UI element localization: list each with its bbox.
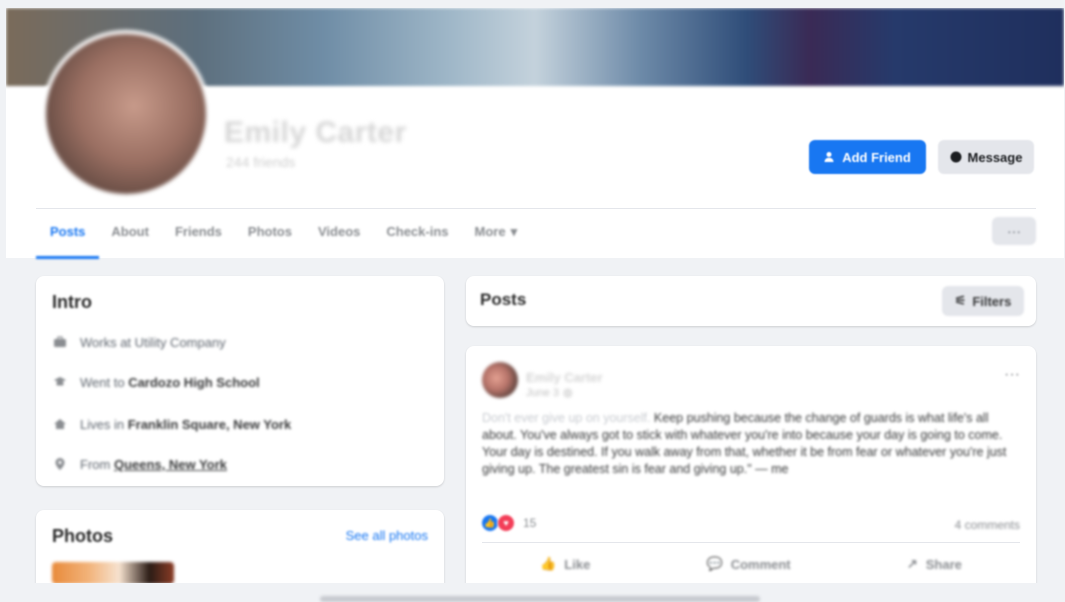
chevron-down-icon: ▾ bbox=[510, 223, 518, 239]
intro-work-prefix: Works at bbox=[80, 334, 135, 350]
intro-lives-in-prefix: Lives in bbox=[80, 416, 128, 432]
posts-header-card: Posts ⚟ Filters bbox=[466, 276, 1036, 326]
post-text: Don't ever give up on yourself. Keep pus… bbox=[482, 410, 1022, 478]
intro-education-value[interactable]: Cardozo High School bbox=[128, 375, 259, 390]
tab-more[interactable]: More ▾ bbox=[475, 209, 518, 255]
add-friend-button[interactable]: Add Friend bbox=[809, 140, 926, 174]
post-actions: 👍 Like 💬 Comment ↗ Share bbox=[482, 542, 1020, 583]
graduation-cap-icon bbox=[52, 374, 68, 390]
like-reaction-icon: 👍 bbox=[482, 515, 498, 531]
message-button[interactable]: Message bbox=[938, 140, 1034, 174]
share-button[interactable]: ↗ Share bbox=[907, 556, 962, 572]
tab-posts[interactable]: Posts bbox=[35, 209, 100, 259]
share-arrow-icon: ↗ bbox=[906, 556, 918, 571]
profile-page: Emily Carter 244 friends Add Friend Mess… bbox=[6, 8, 1064, 583]
post-reactions[interactable]: 👍 ♥ 15 bbox=[482, 514, 536, 532]
photo-thumbnail[interactable] bbox=[52, 562, 174, 583]
profile-avatar[interactable] bbox=[42, 30, 210, 198]
intro-card: Intro Works at Utility Company Went to C… bbox=[36, 276, 444, 486]
intro-lives-in-value[interactable]: Franklin Square, New York bbox=[128, 417, 292, 432]
share-label: Share bbox=[925, 556, 962, 572]
filters-button[interactable]: ⚟ Filters bbox=[942, 286, 1024, 316]
post-text-faded: Don't ever give up on yourself. bbox=[482, 411, 651, 425]
location-pin-icon bbox=[52, 456, 68, 472]
posts-title: Posts bbox=[480, 290, 527, 309]
tab-photos[interactable]: Photos bbox=[248, 209, 292, 255]
like-button[interactable]: 👍 Like bbox=[540, 556, 590, 572]
comment-bubble-icon: 💬 bbox=[706, 556, 723, 571]
profile-header: Emily Carter 244 friends Add Friend Mess… bbox=[6, 8, 1064, 259]
tab-about[interactable]: About bbox=[111, 209, 149, 255]
photos-title: Photos bbox=[52, 526, 113, 546]
more-options-button[interactable]: ··· bbox=[992, 217, 1036, 245]
post-author-name[interactable]: Emily Carter bbox=[526, 370, 603, 385]
intro-from-value[interactable]: Queens, New York bbox=[114, 457, 227, 472]
post-date[interactable]: June 3 bbox=[526, 387, 559, 399]
intro-title: Intro bbox=[52, 292, 92, 312]
globe-icon: ◍ bbox=[563, 387, 573, 399]
profile-name: Emily Carter bbox=[224, 116, 407, 149]
intro-education: Went to Cardozo High School bbox=[52, 374, 260, 390]
add-person-icon bbox=[824, 152, 834, 162]
intro-work: Works at Utility Company bbox=[52, 334, 226, 350]
photos-card: Photos See all photos bbox=[36, 510, 444, 583]
intro-work-value[interactable]: Utility Company bbox=[135, 335, 226, 350]
filters-label: Filters bbox=[972, 293, 1012, 309]
briefcase-icon bbox=[52, 334, 68, 350]
comment-label: Comment bbox=[730, 556, 791, 572]
intro-education-prefix: Went to bbox=[80, 374, 129, 390]
love-reaction-icon: ♥ bbox=[497, 514, 515, 532]
filter-sliders-icon: ⚟ bbox=[954, 293, 967, 308]
post-options-button[interactable]: ··· bbox=[1004, 366, 1020, 384]
intro-from: From Queens, New York bbox=[52, 456, 227, 472]
bottom-status-strip bbox=[320, 596, 760, 602]
tab-check-ins[interactable]: Check-ins bbox=[386, 209, 448, 255]
reaction-count: 15 bbox=[523, 516, 537, 530]
tab-friends[interactable]: Friends bbox=[175, 209, 222, 255]
thumbs-up-icon: 👍 bbox=[540, 556, 557, 571]
message-label: Message bbox=[967, 149, 1023, 165]
post-author-avatar[interactable] bbox=[482, 362, 518, 398]
profile-tabs: Posts About Friends Photos Videos Check-… bbox=[35, 208, 1036, 259]
profile-friend-count[interactable]: 244 friends bbox=[226, 154, 295, 170]
post-card: Emily Carter June 3 ◍ ··· Don't ever giv… bbox=[466, 346, 1036, 583]
intro-lives-in: Lives in Franklin Square, New York bbox=[52, 416, 291, 432]
intro-from-prefix: From bbox=[80, 456, 114, 472]
like-label: Like bbox=[564, 556, 591, 572]
messenger-icon bbox=[950, 151, 962, 163]
add-friend-label: Add Friend bbox=[842, 149, 911, 165]
comment-button[interactable]: 💬 Comment bbox=[707, 556, 791, 572]
home-icon bbox=[52, 416, 68, 432]
tab-more-label: More bbox=[474, 224, 506, 239]
comment-count[interactable]: 4 comments bbox=[955, 518, 1020, 532]
see-all-photos-link[interactable]: See all photos bbox=[346, 528, 428, 543]
tab-videos[interactable]: Videos bbox=[318, 209, 360, 255]
post-meta: June 3 ◍ bbox=[526, 386, 573, 400]
